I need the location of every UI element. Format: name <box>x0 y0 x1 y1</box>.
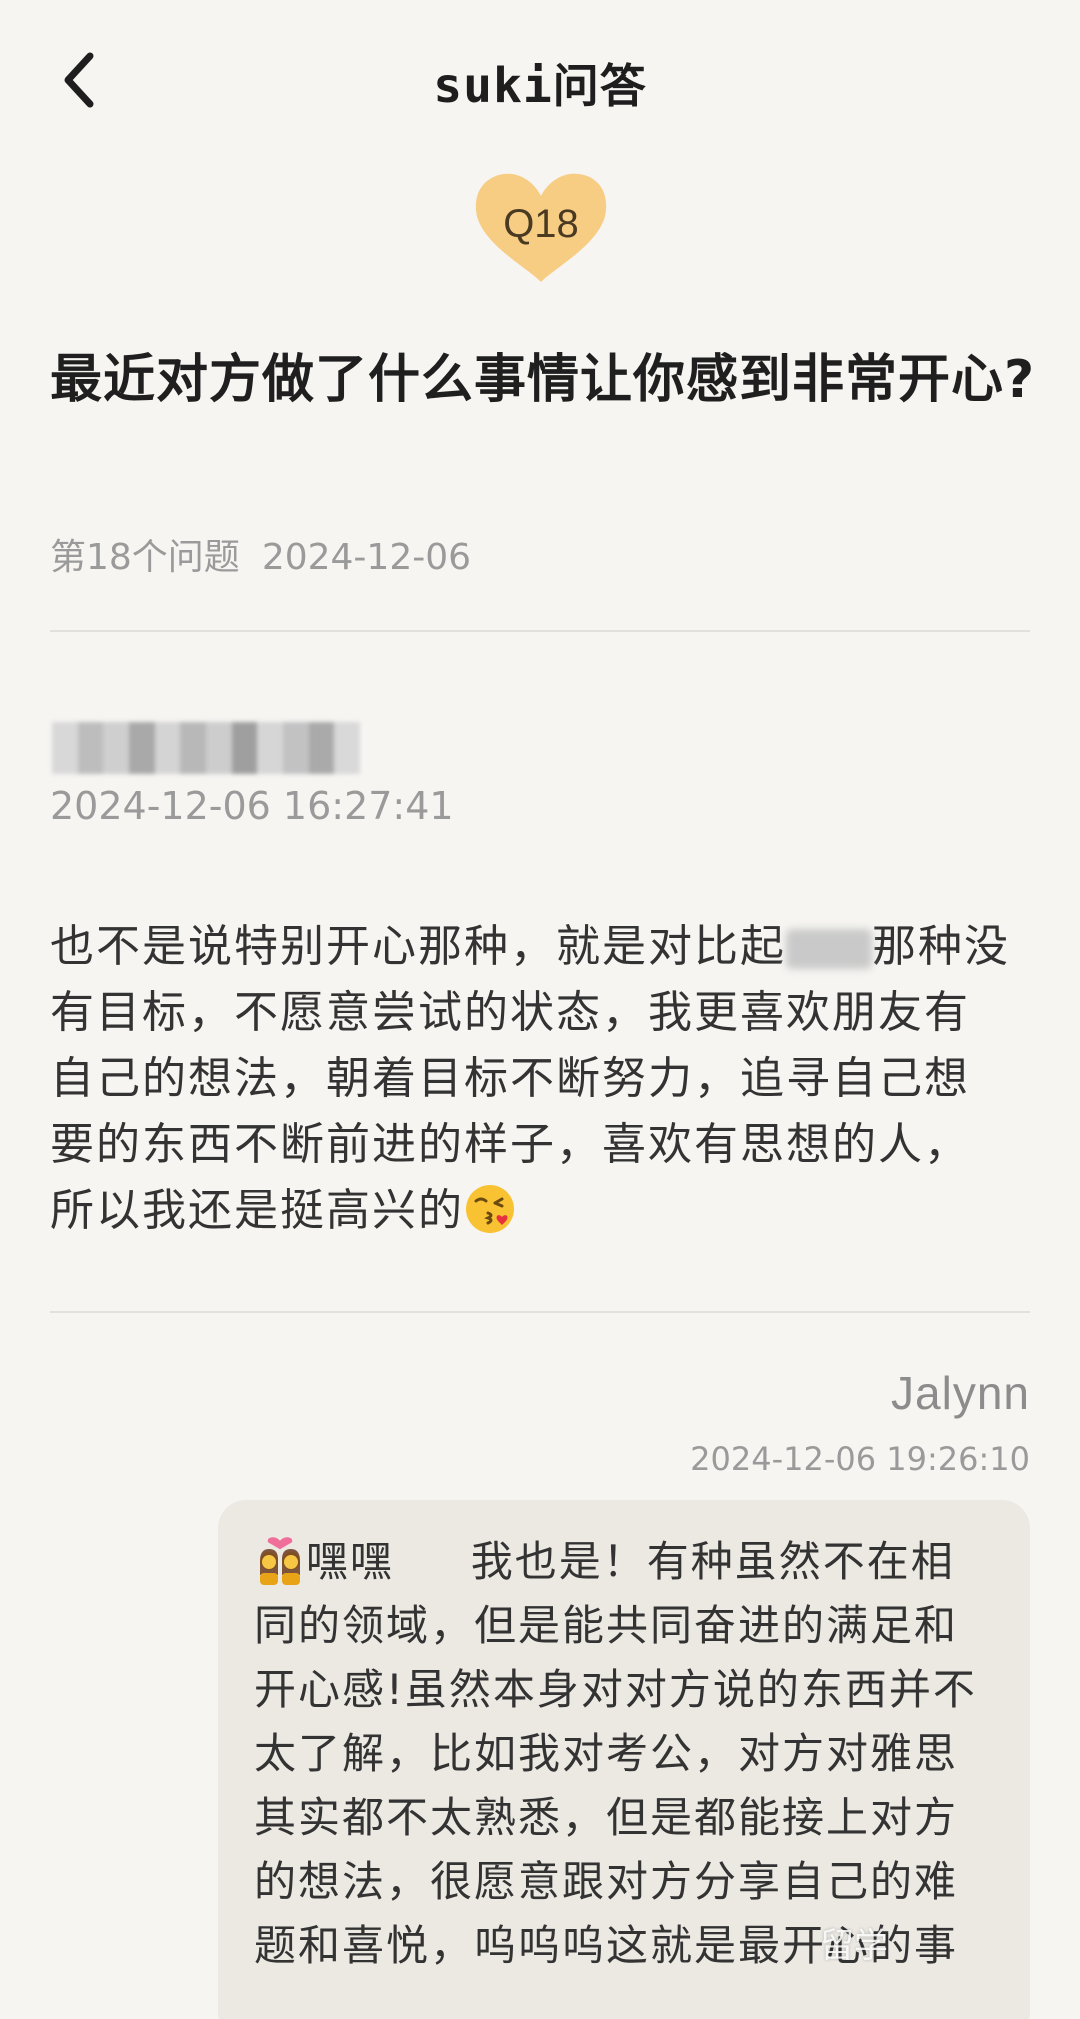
question-text: 最近对方做了什么事情让你感到非常开心? <box>50 350 1036 410</box>
top-bar: suki问答 <box>0 0 1080 160</box>
question-meta: 第18个问题 2024-12-06 <box>50 528 471 580</box>
question-number-badge: Q18 <box>468 168 614 286</box>
answer-timestamp: 2024-12-06 16:27:41 <box>50 784 454 828</box>
watermark: 留学 <box>820 1926 888 1966</box>
divider <box>50 630 1030 632</box>
suki-logo: suki <box>433 58 553 114</box>
face-blowing-kiss-icon <box>464 1183 516 1235</box>
question-index: 第18个问题 <box>50 537 240 578</box>
answer-text: 也不是说特别开心那种，就是对比起 那种没有目标，不愿意尝试的状态，我更喜欢朋友有自… <box>50 914 1010 1244</box>
redacted-word <box>786 929 872 969</box>
author-name: Jalynn <box>891 1367 1030 1419</box>
page-title: suki问答 <box>0 50 1080 116</box>
reply-text-body: 嘿嘿 我也是！有种虽然不在相同的领域，但是能共同奋进的满足和开心感!虽然本身对对… <box>254 1537 977 1970</box>
redacted-username <box>52 722 361 774</box>
divider <box>50 1311 1030 1313</box>
page-title-text: 问答 <box>552 59 647 113</box>
question-number: Q18 <box>503 202 579 246</box>
answer-timestamp: 2024-12-06 19:26:10 <box>690 1440 1030 1478</box>
answer-text-part: 也不是说特别开心那种，就是对比起 <box>50 921 786 972</box>
reply-text: 嘿嘿 我也是！有种虽然不在相同的领域，但是能共同奋进的满足和开心感!虽然本身对对… <box>254 1530 994 1978</box>
question-date: 2024-12-06 <box>261 537 472 578</box>
couple-with-heart-icon <box>254 1535 306 1587</box>
